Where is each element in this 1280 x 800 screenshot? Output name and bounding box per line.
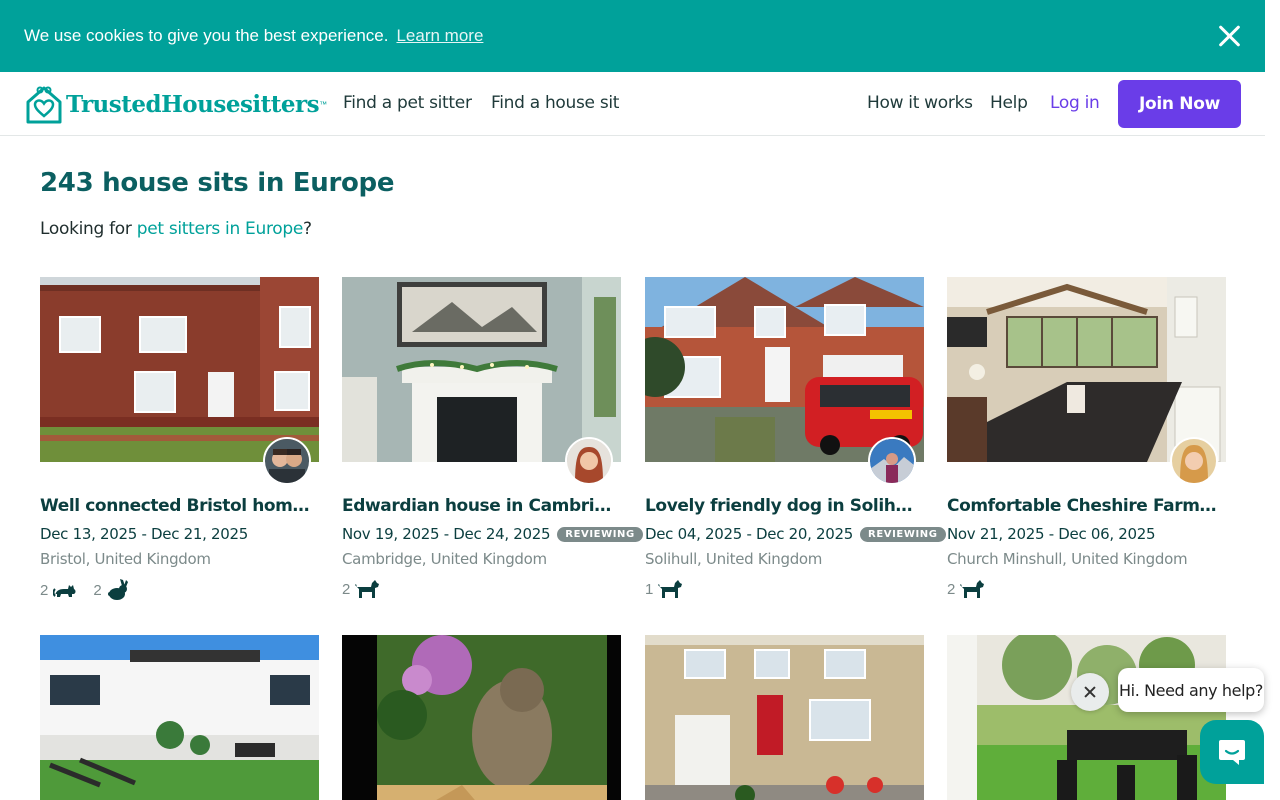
- pet-count-value: 2: [40, 581, 49, 599]
- listing-card[interactable]: [947, 635, 1226, 800]
- pet-count-value: 1: [645, 580, 654, 598]
- looking-prefix: Looking for: [40, 219, 137, 239]
- pet-count-value: 2: [342, 580, 351, 598]
- chat-greeting[interactable]: Hi. Need any help?: [1118, 668, 1264, 712]
- chat-close-icon[interactable]: [1071, 673, 1109, 711]
- cat-icon: [53, 585, 76, 597]
- join-now-button[interactable]: Join Now: [1118, 80, 1241, 128]
- dog-icon: [658, 580, 683, 598]
- chat-icon: [1219, 740, 1245, 765]
- nav-log-in[interactable]: Log in: [1050, 93, 1100, 113]
- listing-card[interactable]: Edwardian house in Cambridge with dogs N…: [342, 277, 643, 598]
- listing-location: Cambridge, United Kingdom: [342, 550, 547, 568]
- pet-count: 2: [40, 581, 77, 599]
- avatar: [565, 437, 613, 485]
- listing-card[interactable]: Comfortable Cheshire Farmhouse with dogs…: [947, 277, 1226, 598]
- pet-count-value: 2: [93, 581, 102, 599]
- listing-date-range: Nov 21, 2025 - Dec 06, 2025: [947, 525, 1156, 543]
- listing-pets: 1: [645, 579, 698, 599]
- logo[interactable]: TrustedHousesitters ™: [24, 82, 327, 126]
- listing-title[interactable]: Comfortable Cheshire Farmhouse with dogs: [947, 496, 1226, 516]
- listing-pets: 2 2: [40, 579, 145, 601]
- status-badge: REVIEWING: [557, 526, 643, 542]
- listing-card[interactable]: [342, 635, 621, 800]
- pet-count: 1: [645, 579, 683, 599]
- listing-card[interactable]: [645, 635, 924, 800]
- avatar: [1170, 437, 1218, 485]
- listing-title[interactable]: Well connected Bristol home with dogs: [40, 496, 319, 516]
- listing-dates: Nov 21, 2025 - Dec 06, 2025: [947, 525, 1156, 543]
- listing-date-range: Nov 19, 2025 - Dec 24, 2025: [342, 525, 551, 543]
- listing-photo[interactable]: [40, 635, 319, 800]
- nav-find-house-sit[interactable]: Find a house sit: [491, 93, 619, 113]
- rabbit-icon: [107, 579, 128, 600]
- avatar: [868, 437, 916, 485]
- status-badge: REVIEWING: [860, 526, 946, 542]
- page-title: 243 house sits in Europe: [40, 168, 395, 198]
- chat-launcher-button[interactable]: [1200, 720, 1264, 784]
- listing-date-range: Dec 13, 2025 - Dec 21, 2025: [40, 525, 249, 543]
- listing-photo[interactable]: [947, 635, 1226, 800]
- listing-card[interactable]: Lovely friendly dog in Solihull needs a …: [645, 277, 946, 598]
- pet-count: 2: [342, 579, 380, 599]
- site-header: TrustedHousesitters ™ Find a pet sitter F…: [0, 72, 1265, 136]
- listing-photo[interactable]: [947, 277, 1226, 462]
- listing-dates: Dec 04, 2025 - Dec 20, 2025 REVIEWING: [645, 525, 946, 543]
- listing-photo[interactable]: [342, 635, 621, 800]
- dog-icon: [355, 580, 380, 598]
- listing-photo[interactable]: [40, 277, 319, 462]
- listing-location: Church Minshull, United Kingdom: [947, 550, 1188, 568]
- avatar: [263, 437, 311, 485]
- listing-date-range: Dec 04, 2025 - Dec 20, 2025: [645, 525, 854, 543]
- cookie-message: We use cookies to give you the best expe…: [24, 26, 389, 45]
- listing-location: Bristol, United Kingdom: [40, 550, 211, 568]
- listing-photo[interactable]: [342, 277, 621, 462]
- pet-sitters-link[interactable]: pet sitters in Europe: [137, 219, 304, 239]
- nav-how-it-works[interactable]: How it works: [867, 93, 973, 113]
- pet-count: 2: [93, 579, 128, 601]
- looking-for-text: Looking for pet sitters in Europe?: [40, 219, 312, 239]
- pet-count: 2: [947, 579, 985, 599]
- close-icon[interactable]: [1217, 24, 1241, 48]
- listing-pets: 2: [342, 579, 395, 599]
- listing-photo[interactable]: [645, 635, 924, 800]
- learn-more-link[interactable]: Learn more: [396, 26, 483, 46]
- listing-title[interactable]: Lovely friendly dog in Solihull needs a …: [645, 496, 924, 516]
- looking-suffix: ?: [303, 219, 312, 239]
- listing-title[interactable]: Edwardian house in Cambridge with dogs: [342, 496, 621, 516]
- pet-count-value: 2: [947, 580, 956, 598]
- listing-card[interactable]: Well connected Bristol home with dogs De…: [40, 277, 319, 600]
- listing-dates: Dec 13, 2025 - Dec 21, 2025: [40, 525, 248, 543]
- house-heart-icon: [26, 86, 62, 124]
- listing-card[interactable]: [40, 635, 319, 800]
- listing-location: Solihull, United Kingdom: [645, 550, 823, 568]
- listing-dates: Nov 19, 2025 - Dec 24, 2025 REVIEWING: [342, 525, 643, 543]
- nav-find-pet-sitter[interactable]: Find a pet sitter: [343, 93, 472, 113]
- dog-icon: [960, 580, 985, 598]
- brand-name: TrustedHousesitters: [66, 90, 320, 118]
- trademark: ™: [319, 99, 328, 109]
- cookie-banner: We use cookies to give you the best expe…: [0, 0, 1265, 72]
- nav-help[interactable]: Help: [990, 93, 1028, 113]
- listing-pets: 2: [947, 579, 1000, 599]
- listing-photo[interactable]: [645, 277, 924, 462]
